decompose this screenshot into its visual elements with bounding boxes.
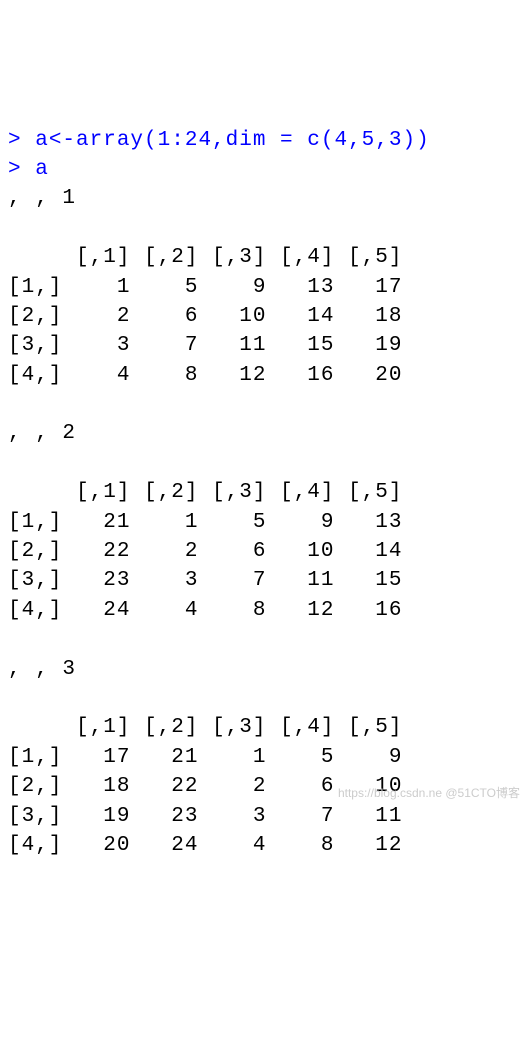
column-headers: [,1] [,2] [,3] [,4] [,5] xyxy=(8,481,402,504)
console-prompt: > xyxy=(8,158,35,181)
watermark-text: https://blog.csdn.ne @51CTO博客 xyxy=(338,785,520,802)
array-row: [4,] 4 8 12 16 20 xyxy=(8,364,402,387)
array-row: [3,] 19 23 3 7 11 xyxy=(8,805,402,828)
slice-header: , , 3 xyxy=(8,658,76,681)
console-input-line: a<-array(1:24,dim = c(4,5,3)) xyxy=(35,129,429,152)
array-row: [2,] 2 6 10 14 18 xyxy=(8,305,402,328)
array-row: [3,] 23 3 7 11 15 xyxy=(8,569,402,592)
array-row: [4,] 24 4 8 12 16 xyxy=(8,599,402,622)
r-console-output: > a<-array(1:24,dim = c(4,5,3)) > a , , … xyxy=(8,126,522,861)
console-prompt: > xyxy=(8,129,35,152)
slice-header: , , 1 xyxy=(8,187,76,210)
console-input-line: a xyxy=(35,158,49,181)
column-headers: [,1] [,2] [,3] [,4] [,5] xyxy=(8,716,402,739)
array-row: [1,] 1 5 9 13 17 xyxy=(8,276,402,299)
array-row: [4,] 20 24 4 8 12 xyxy=(8,834,402,857)
array-row: [1,] 21 1 5 9 13 xyxy=(8,511,402,534)
array-row: [3,] 3 7 11 15 19 xyxy=(8,334,402,357)
column-headers: [,1] [,2] [,3] [,4] [,5] xyxy=(8,246,402,269)
array-row: [1,] 17 21 1 5 9 xyxy=(8,746,402,769)
array-row: [2,] 22 2 6 10 14 xyxy=(8,540,402,563)
slice-header: , , 2 xyxy=(8,422,76,445)
